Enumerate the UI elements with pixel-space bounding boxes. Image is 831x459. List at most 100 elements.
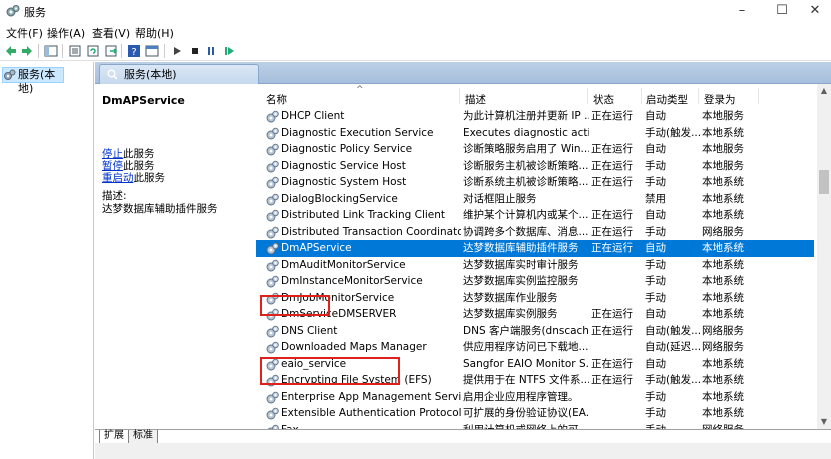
cell-startup-type: 手动 — [645, 390, 666, 403]
cell-logon-as: 网络服务 — [702, 324, 744, 337]
cell-logon-as: 本地系统 — [702, 126, 744, 139]
column-header-name[interactable]: 名称 — [266, 92, 287, 107]
export-icon[interactable] — [104, 44, 118, 58]
menu-action[interactable]: 操作(A) — [47, 25, 85, 41]
window-title: 服务 — [24, 6, 46, 19]
table-row[interactable]: DmJobMonitorService 达梦数据库作业服务 手动 本地系统 — [256, 290, 814, 307]
tab-standard[interactable]: 标准 — [128, 430, 158, 444]
vertical-scrollbar[interactable]: ▲ ▼ — [817, 84, 831, 429]
service-gear-icon — [266, 110, 279, 123]
highlight-box-dmservicedmserver — [260, 357, 400, 385]
menu-view[interactable]: 查看(V) — [92, 25, 130, 41]
column-divider[interactable] — [758, 88, 759, 104]
cell-description: 达梦数据库作业服务 — [463, 291, 558, 304]
refresh-icon[interactable] — [86, 44, 100, 58]
restart-service-action: 重启动此服务 — [102, 170, 165, 185]
table-row[interactable]: Diagnostic System Host 诊断系统主机被诊断策略... 正在运行… — [256, 174, 814, 191]
minimize-button[interactable]: – — [722, 0, 762, 22]
panel-header: 服务(本地) — [95, 62, 831, 84]
column-header-status[interactable]: 状态 — [593, 92, 614, 107]
column-header-startup-type[interactable]: 启动类型 — [646, 92, 688, 107]
column-divider[interactable] — [641, 88, 642, 104]
table-row[interactable]: Diagnostic Service Host 诊断服务主机被诊断策略... 正在运… — [256, 158, 814, 175]
scroll-down-icon[interactable]: ▼ — [817, 415, 831, 429]
sort-ascending-icon: ^ — [356, 85, 364, 95]
toolbar-separator — [38, 44, 39, 58]
table-row[interactable]: Downloaded Maps Manager 供应用程序访问已下载地... 自动(… — [256, 339, 814, 356]
forward-icon[interactable] — [20, 44, 34, 58]
table-row[interactable]: DialogBlockingService 对话框阻止服务 禁用 本地系统 — [256, 191, 814, 208]
cell-description: Executes diagnostic acti... — [463, 126, 589, 139]
column-divider[interactable] — [459, 88, 460, 104]
service-gear-icon — [266, 391, 279, 403]
column-header-description[interactable]: 描述 — [465, 92, 486, 107]
column-header-logon-as[interactable]: 登录为 — [704, 92, 736, 107]
start-icon[interactable] — [170, 44, 184, 58]
cell-description: 为此计算机注册并更新 IP ... — [463, 110, 589, 122]
table-row[interactable]: DNS Client DNS 客户端服务(dnscach... 正在运行 自动(触发.… — [256, 323, 814, 340]
table-row[interactable]: Distributed Transaction Coordinator 协调跨多个… — [256, 224, 814, 241]
search-icon — [107, 69, 118, 80]
scroll-thumb[interactable] — [819, 170, 829, 194]
cell-description: 协调跨多个数据库、消息... — [463, 225, 589, 238]
table-row[interactable]: Enterprise App Management Service 启用企业应用程… — [256, 389, 814, 406]
restart-icon[interactable] — [222, 44, 236, 58]
cell-status: 正在运行 — [591, 143, 633, 155]
scroll-up-icon[interactable]: ▲ — [817, 84, 831, 98]
cell-description: 对话框阻止服务 — [463, 192, 537, 205]
close-button[interactable]: ✕ — [795, 0, 831, 22]
cell-status: 正在运行 — [591, 110, 633, 122]
cell-startup-type: 禁用 — [645, 192, 666, 205]
table-row[interactable]: Distributed Link Tracking Client 维护某个计算机内… — [256, 207, 814, 224]
cell-logon-as: 本地服务 — [702, 143, 744, 155]
cell-status: 正在运行 — [591, 159, 633, 172]
services-list: ^ 名称 描述 状态 启动类型 登录为 DHCP Client 为此计算机注册并更… — [256, 84, 831, 429]
menu-file[interactable]: 文件(F) — [6, 25, 43, 41]
cell-description: 诊断策略服务启用了 Win... — [463, 143, 589, 155]
menu-help[interactable]: 帮助(H) — [135, 25, 174, 41]
table-row[interactable]: DmInstanceMonitorService 达梦数据库实例监控服务 手动 本地系… — [256, 273, 814, 290]
service-gear-icon — [266, 160, 279, 172]
console-tree-icon[interactable] — [44, 44, 58, 58]
service-gear-icon — [266, 143, 279, 156]
column-divider[interactable] — [587, 88, 588, 104]
table-row[interactable]: DmServiceDMSERVER 达梦数据库实例服务 正在运行 自动 本地系统 — [256, 306, 814, 323]
toolbar-separator — [164, 44, 165, 58]
cell-logon-as: 网络服务 — [702, 225, 744, 238]
cell-startup-type: 手动 — [645, 407, 666, 419]
restart-link[interactable]: 重启动 — [102, 172, 134, 184]
tab-services-local[interactable]: 服务(本地) — [99, 64, 259, 84]
tab-extended[interactable]: 扩展 — [99, 430, 129, 444]
cell-logon-as: 本地系统 — [702, 209, 744, 221]
cell-startup-type: 手动 — [645, 258, 666, 271]
column-divider[interactable] — [698, 88, 699, 104]
table-row[interactable]: DHCP Client 为此计算机注册并更新 IP ... 正在运行 自动 本地服务 — [256, 108, 814, 125]
table-row[interactable]: DmAPService 达梦数据库辅助插件服务 正在运行 自动 本地系统 — [256, 240, 814, 257]
table-row[interactable]: Diagnostic Policy Service 诊断策略服务启用了 Win..… — [256, 141, 814, 158]
cell-startup-type: 手动 — [645, 225, 666, 238]
table-row[interactable]: Diagnostic Execution Service Executes dia… — [256, 125, 814, 142]
table-row[interactable]: DmAuditMonitorService 达梦数据库实时审计服务 手动 本地系统 — [256, 257, 814, 274]
cell-description: 达梦数据库实时审计服务 — [463, 258, 579, 271]
cell-startup-type: 自动 — [645, 242, 666, 254]
cell-status: 正在运行 — [591, 374, 633, 386]
cell-name: Enterprise App Management Service — [281, 390, 461, 403]
view-icon[interactable] — [145, 44, 159, 58]
cell-description: 达梦数据库实例监控服务 — [463, 275, 579, 287]
cell-logon-as: 本地系统 — [702, 275, 744, 287]
cell-startup-type: 自动(触发... — [645, 324, 701, 337]
cell-name: DmAuditMonitorService — [281, 258, 406, 271]
back-icon[interactable] — [4, 44, 18, 58]
tree-item-services-local[interactable]: 服务(本地) — [2, 67, 64, 95]
view-tabs: 扩展 标准 — [95, 429, 831, 444]
description-text: 达梦数据库辅助插件服务 — [102, 203, 218, 215]
table-row[interactable]: Extensible Authentication Protocol 可扩展的身份… — [256, 405, 814, 422]
stop-icon[interactable] — [188, 44, 202, 58]
help-icon[interactable]: ? — [127, 44, 141, 58]
pause-icon[interactable] — [204, 44, 218, 58]
cell-name: DmInstanceMonitorService — [281, 275, 423, 287]
table-row[interactable]: Fax利用计算机或网络上的可...手动网络服务 — [256, 422, 814, 429]
toolbar: ? — [0, 41, 831, 61]
cell-logon-as: 本地服务 — [702, 110, 744, 122]
properties-icon[interactable] — [68, 44, 82, 58]
